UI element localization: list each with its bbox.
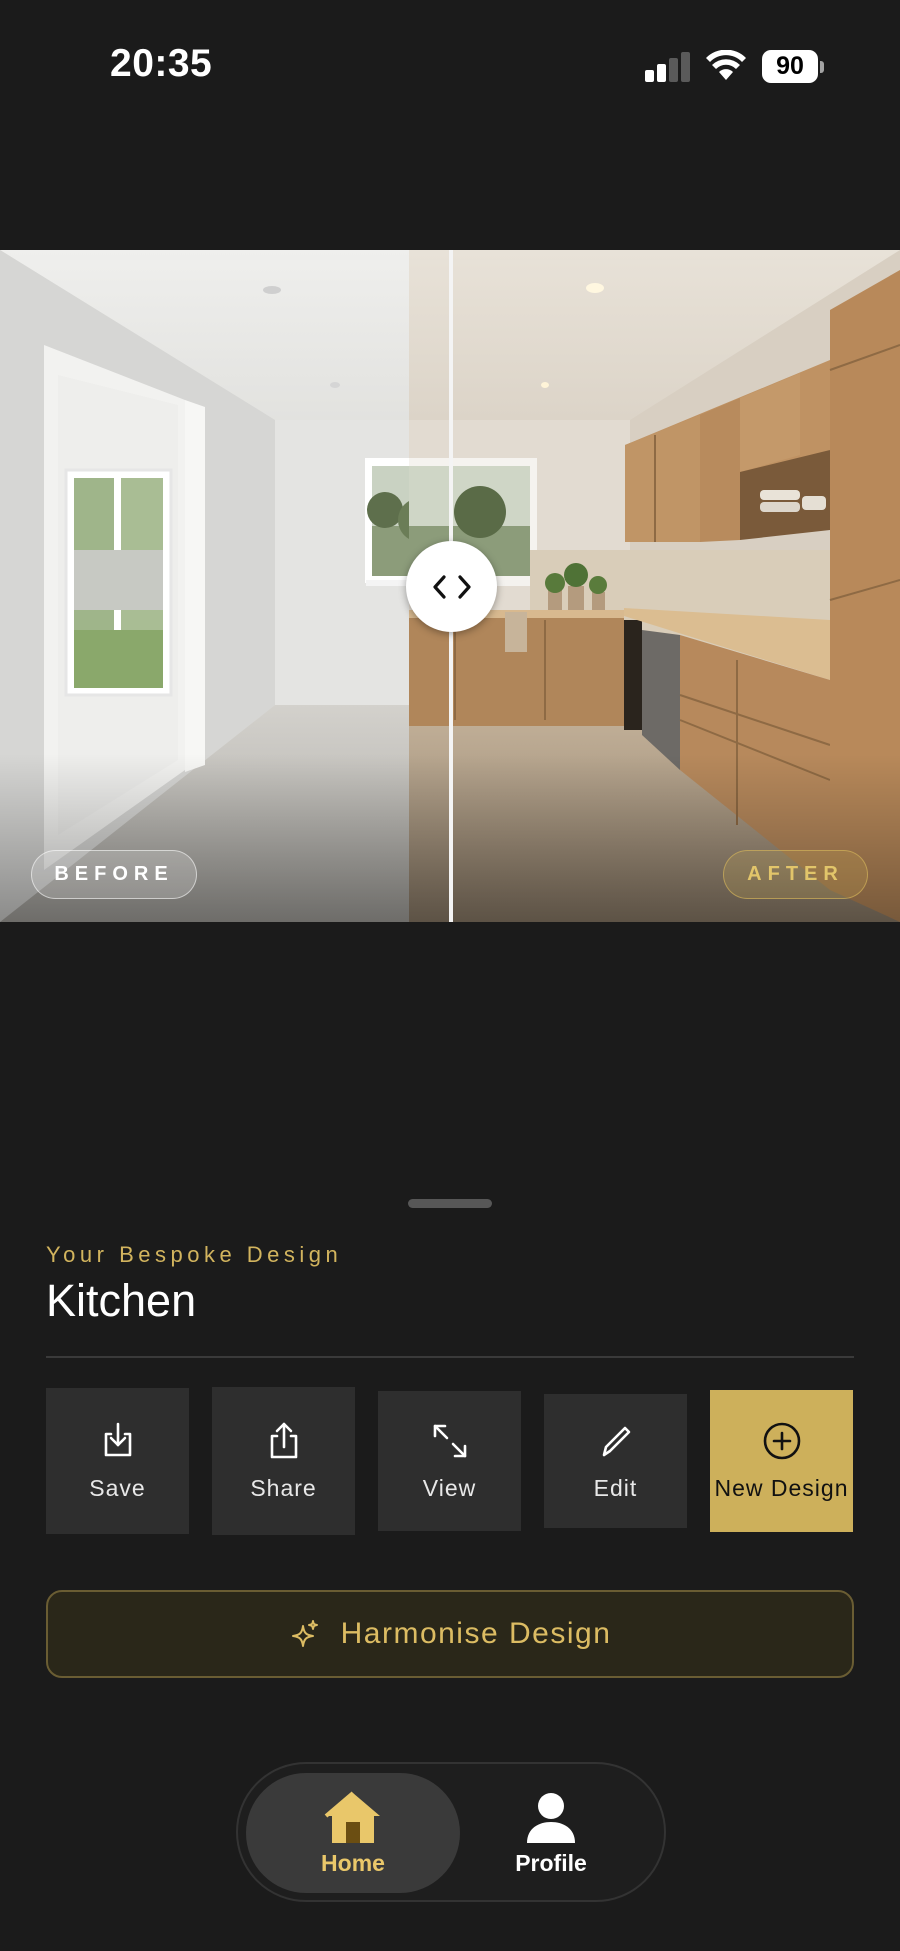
edit-button[interactable]: Edit [544, 1394, 687, 1528]
before-after-comparison[interactable]: BEFORE AFTER [0, 250, 900, 922]
bottom-tab-bar: Home Profile [236, 1762, 666, 1902]
new-design-button[interactable]: New Design [710, 1390, 853, 1532]
download-icon [104, 1422, 131, 1456]
after-label: AFTER [723, 850, 868, 899]
chevrons-left-right-icon [432, 574, 471, 599]
wifi-icon [706, 50, 746, 80]
divider-line [46, 1356, 854, 1358]
battery-level: 90 [762, 50, 818, 83]
harmonise-label: Harmonise Design [340, 1617, 612, 1650]
expand-icon [433, 1424, 466, 1457]
plus-circle-icon [763, 1422, 800, 1459]
tab-profile-label: Profile [515, 1849, 587, 1876]
sheet-grabber[interactable] [408, 1199, 492, 1208]
save-label: Save [89, 1474, 146, 1501]
share-label: Share [250, 1474, 317, 1501]
new-design-label: New Design [714, 1474, 849, 1501]
cellular-signal-icon [645, 52, 690, 82]
profile-icon [527, 1792, 575, 1843]
battery-indicator: 90 [762, 50, 824, 83]
tab-profile[interactable]: Profile [444, 1773, 658, 1893]
view-button[interactable]: View [378, 1391, 521, 1531]
before-label: BEFORE [31, 850, 197, 899]
home-icon [324, 1790, 380, 1843]
pencil-icon [602, 1426, 630, 1456]
status-time: 20:35 [110, 42, 213, 85]
design-eyebrow: Your Bespoke Design [46, 1242, 343, 1267]
harmonise-design-button[interactable]: Harmonise Design [46, 1590, 854, 1678]
tab-home[interactable]: Home [246, 1773, 460, 1893]
tab-home-label: Home [321, 1849, 385, 1876]
share-icon [270, 1422, 297, 1458]
room-title: Kitchen [46, 1275, 197, 1326]
view-label: View [422, 1474, 477, 1501]
sparkle-icon [291, 1620, 318, 1647]
share-button[interactable]: Share [212, 1387, 355, 1535]
save-button[interactable]: Save [46, 1388, 189, 1534]
edit-label: Edit [593, 1474, 638, 1501]
comparison-slider-handle[interactable] [406, 541, 497, 632]
